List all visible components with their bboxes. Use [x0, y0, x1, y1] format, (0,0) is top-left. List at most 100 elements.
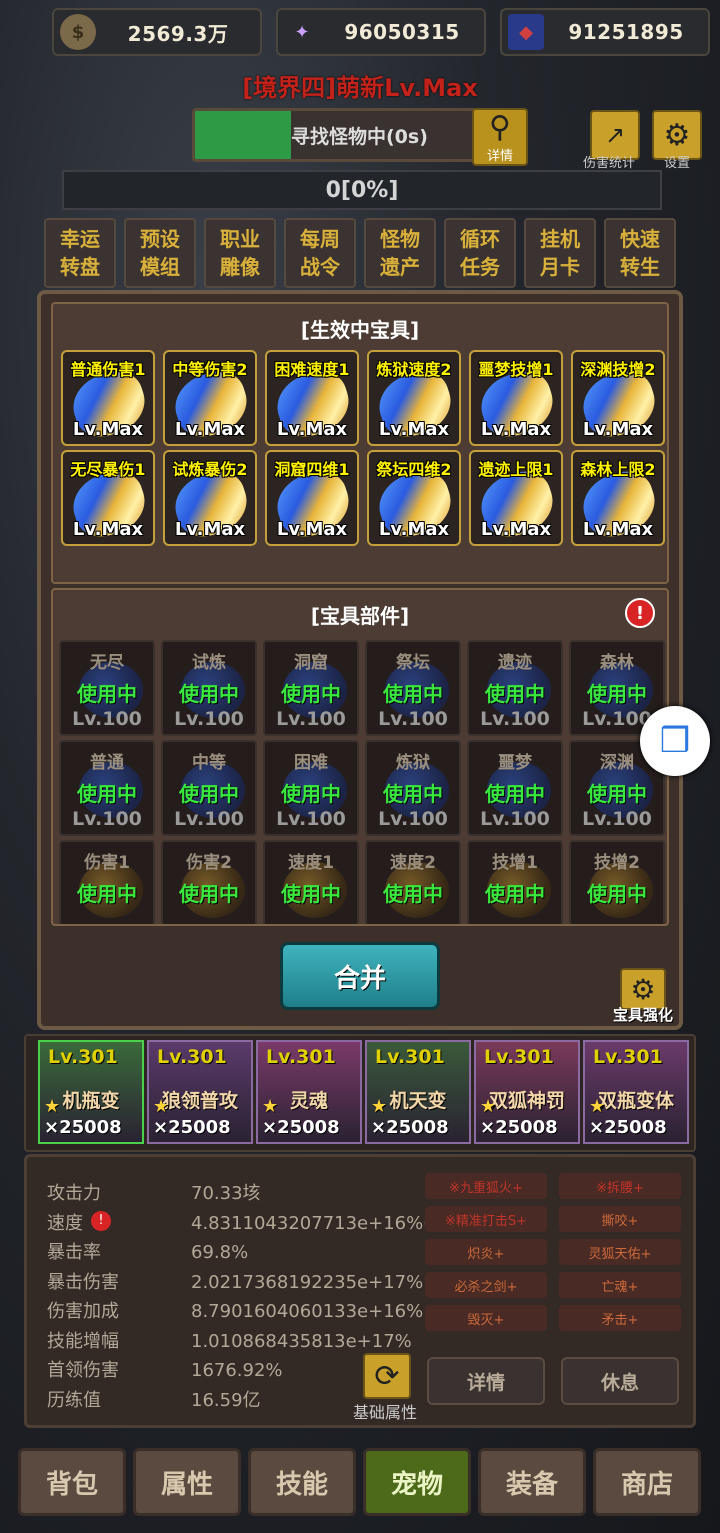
treasure-part-slot[interactable]: 试炼 使用中 Lv.100 — [161, 640, 257, 736]
menu-lucky-wheel[interactable]: 幸运 转盘 — [44, 218, 116, 288]
active-treasure-slot[interactable]: 洞窟四维1 Lv.Max — [265, 450, 359, 546]
nav-shop[interactable]: 商店 — [593, 1448, 701, 1516]
menu-line1: 每周 — [300, 227, 340, 251]
pet-star-count: ×25008 — [153, 1117, 231, 1138]
active-treasure-slot[interactable]: 无尽暴伤1 Lv.Max — [61, 450, 155, 546]
part-level: Lv.100 — [276, 808, 346, 830]
treasure-part-slot[interactable]: 伤害1 使用中 — [59, 840, 155, 924]
merge-button[interactable]: 合并 — [280, 942, 440, 1010]
treasure-name: 森林上限2 — [580, 460, 656, 479]
details-button[interactable]: 详情 — [427, 1357, 545, 1405]
skill-tag[interactable]: 必杀之剑+ — [425, 1272, 547, 1298]
stat-value: 8.7901604060133e+16% — [191, 1301, 424, 1322]
nav-attributes[interactable]: 属性 — [133, 1448, 241, 1516]
treasure-part-slot[interactable]: 普通 使用中 Lv.100 — [59, 740, 155, 836]
nav-skills[interactable]: 技能 — [248, 1448, 356, 1516]
treasure-part-slot[interactable]: 炼狱 使用中 Lv.100 — [365, 740, 461, 836]
skill-tag[interactable]: 炽炎+ — [425, 1239, 547, 1265]
part-status: 使用中 — [281, 782, 341, 806]
menu-loop-task[interactable]: 循环 任务 — [444, 218, 516, 288]
menu-fast-rebirth[interactable]: 快速 转生 — [604, 218, 676, 288]
nav-pets[interactable]: 宠物 — [363, 1448, 471, 1516]
stat-key: 历练值 — [47, 1389, 101, 1411]
skill-tag[interactable]: 毁灭+ — [425, 1305, 547, 1331]
active-treasure-slot[interactable]: 森林上限2 Lv.Max — [571, 450, 665, 546]
settings-button[interactable]: ⚙ 设置 — [652, 110, 702, 171]
treasure-name: 深渊技增2 — [580, 360, 656, 379]
treasure-part-slot[interactable]: 速度2 使用中 — [365, 840, 461, 924]
skill-tag[interactable]: ※拆腰+ — [559, 1173, 681, 1199]
active-treasure-slot[interactable]: 中等伤害2 Lv.Max — [163, 350, 257, 446]
pet-card[interactable]: Lv.301 灵魂 ★ ×25008 — [256, 1040, 362, 1144]
menu-monster-legacy[interactable]: 怪物 遗产 — [364, 218, 436, 288]
pet-card[interactable]: Lv.301 机瓶变 ★ ×25008 — [38, 1040, 144, 1144]
active-treasure-slot[interactable]: 试炼暴伤2 Lv.Max — [163, 450, 257, 546]
treasure-part-slot[interactable]: 中等 使用中 Lv.100 — [161, 740, 257, 836]
part-status: 使用中 — [383, 682, 443, 706]
pet-card[interactable]: Lv.301 双狐神罚 ★ ×25008 — [474, 1040, 580, 1144]
treasure-enhance-label: 宝具强化 — [612, 1006, 673, 1024]
part-name: 炼狱 — [396, 753, 430, 773]
treasure-part-slot[interactable]: 遗迹 使用中 Lv.100 — [467, 640, 563, 736]
stat-key: 技能增幅 — [47, 1330, 119, 1352]
menu-preset-module[interactable]: 预设 模组 — [124, 218, 196, 288]
active-treasure-slot[interactable]: 炼狱速度2 Lv.Max — [367, 350, 461, 446]
menu-class-statue[interactable]: 职业 雕像 — [204, 218, 276, 288]
pet-card[interactable]: Lv.301 机天变 ★ ×25008 — [365, 1040, 471, 1144]
skill-tag[interactable]: 矛击+ — [559, 1305, 681, 1331]
pet-level: Lv.301 — [266, 1046, 336, 1068]
menu-idle-card[interactable]: 挂机 月卡 — [524, 218, 596, 288]
menu-weekly-pass[interactable]: 每周 战令 — [284, 218, 356, 288]
nav-equipment[interactable]: 装备 — [478, 1448, 586, 1516]
stat-key: 攻击力 — [47, 1183, 101, 1204]
star-icon: ★ — [589, 1096, 606, 1117]
treasure-enhance-button[interactable]: ⚙ 宝具强化 — [606, 968, 680, 1025]
refresh-icon: ⟳ — [363, 1353, 411, 1399]
treasure-part-slot[interactable]: 技增2 使用中 — [569, 840, 665, 924]
part-level: Lv.100 — [480, 708, 550, 730]
active-treasure-slot[interactable]: 噩梦技增1 Lv.Max — [469, 350, 563, 446]
active-treasure-slot[interactable]: 遗迹上限1 Lv.Max — [469, 450, 563, 546]
rest-button[interactable]: 休息 — [561, 1357, 679, 1405]
card-value: 91251895 — [568, 20, 684, 44]
part-name: 普通 — [90, 753, 124, 773]
active-treasure-slot[interactable]: 困难速度1 Lv.Max — [265, 350, 359, 446]
part-name: 森林 — [600, 653, 634, 673]
floating-cube-icon[interactable]: ❒ — [640, 706, 710, 776]
part-level: Lv.100 — [174, 708, 244, 730]
base-attr-button[interactable]: ⟳ 基础属性 — [347, 1353, 427, 1423]
damage-stats-button[interactable]: ↗ 伤害统计 — [583, 110, 640, 171]
pet-level: Lv.301 — [157, 1046, 227, 1068]
treasure-part-slot[interactable]: 技增1 使用中 — [467, 840, 563, 924]
active-treasure-slot[interactable]: 普通伤害1 Lv.Max — [61, 350, 155, 446]
treasure-part-slot[interactable]: 噩梦 使用中 Lv.100 — [467, 740, 563, 836]
magnifier-icon: ⚲ — [489, 110, 511, 145]
part-level: Lv.100 — [72, 808, 142, 830]
treasure-part-slot[interactable]: 洞窟 使用中 Lv.100 — [263, 640, 359, 736]
pet-star-count: ×25008 — [262, 1117, 340, 1138]
part-status: 使用中 — [281, 882, 341, 906]
skill-tag[interactable]: ※九重狐火+ — [425, 1173, 547, 1199]
active-treasure-slot[interactable]: 祭坛四维2 Lv.Max — [367, 450, 461, 546]
skill-tag[interactable]: 灵狐天佑+ — [559, 1239, 681, 1265]
treasure-part-slot[interactable]: 伤害2 使用中 — [161, 840, 257, 924]
active-treasure-slot[interactable]: 深渊技增2 Lv.Max — [571, 350, 665, 446]
treasure-level: Lv.Max — [174, 519, 246, 540]
treasure-part-slot[interactable]: 祭坛 使用中 Lv.100 — [365, 640, 461, 736]
treasure-part-slot[interactable]: 无尽 使用中 Lv.100 — [59, 640, 155, 736]
skill-tag[interactable]: 亡魂+ — [559, 1272, 681, 1298]
stat-row: 暴击伤害 2.0217368192235e+17% — [47, 1268, 423, 1294]
part-name: 噩梦 — [498, 753, 532, 773]
pet-card[interactable]: Lv.301 双瓶变体 ★ ×25008 — [583, 1040, 689, 1144]
pet-card[interactable]: Lv.301 狼领普攻 ★ ×25008 — [147, 1040, 253, 1144]
skill-tag[interactable]: ※精准打击S+ — [425, 1206, 547, 1232]
detail-button[interactable]: ⚲ 详情 — [472, 108, 528, 166]
treasure-level: Lv.Max — [378, 419, 450, 440]
star-icon: ★ — [371, 1096, 388, 1117]
nav-bag[interactable]: 背包 — [18, 1448, 126, 1516]
alert-icon: ! — [91, 1210, 111, 1231]
treasure-part-slot[interactable]: 困难 使用中 Lv.100 — [263, 740, 359, 836]
treasure-part-slot[interactable]: 速度1 使用中 — [263, 840, 359, 924]
skill-tag[interactable]: 撕咬+ — [559, 1206, 681, 1232]
part-level: Lv.100 — [582, 808, 652, 830]
